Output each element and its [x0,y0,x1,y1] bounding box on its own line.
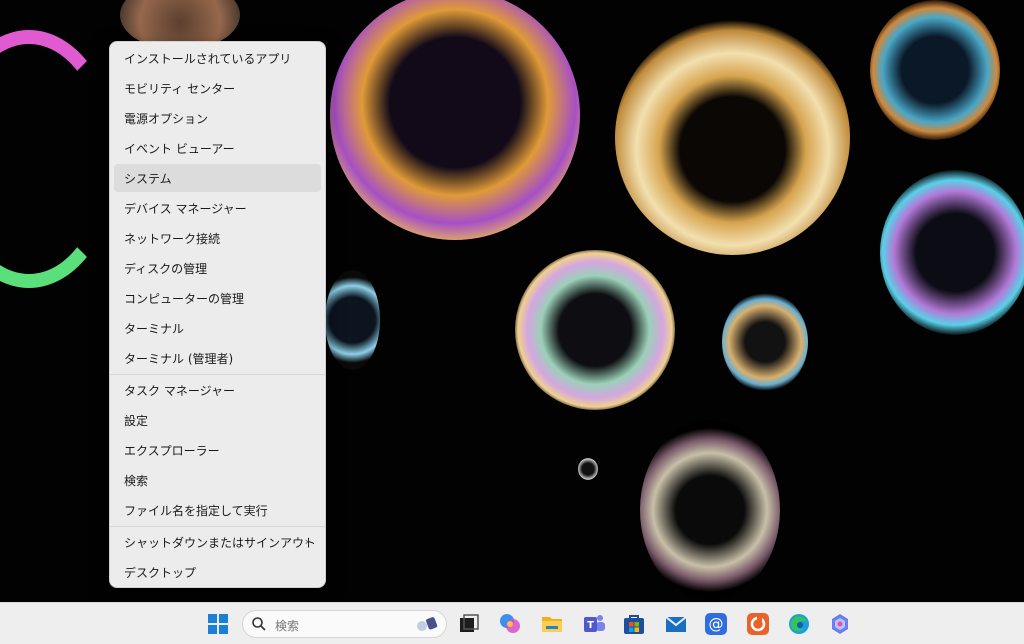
search-highlight-icon [414,615,438,633]
menu-item-label: イベント ビューアー [124,141,235,156]
menu-item-desktop[interactable]: デスクトップ [114,558,321,586]
menu-item-settings[interactable]: 設定 [114,406,321,434]
teams-icon[interactable]: T [582,612,606,636]
menu-item-label: タスク マネージャー [124,383,235,398]
menu-item-label: モビリティ センター [124,81,236,96]
menu-item-computer-management[interactable]: コンピューターの管理 [114,284,321,312]
menu-item-label: デバイス マネージャー [124,201,247,216]
menu-item-installed-apps[interactable]: インストールされているアプリ [114,44,321,72]
menu-item-label: システム [124,171,172,186]
edge-icon[interactable] [787,612,811,636]
menu-divider [110,374,325,375]
menu-item-label: シャットダウンまたはサインアウト [124,535,317,550]
menu-item-label: ネットワーク接続 [124,231,221,246]
menu-item-label: ファイル名を指定して実行 [124,503,268,518]
bubble-decoration [870,0,1000,140]
menu-item-label: 設定 [124,413,149,428]
bubble-decoration [515,250,675,410]
svg-text:T: T [587,620,594,631]
menu-item-label: ターミナル [124,321,185,336]
menu-item-terminal-admin[interactable]: ターミナル (管理者) [114,344,321,372]
menu-item-label: コンピューターの管理 [124,291,245,306]
menu-item-label: エクスプローラー [124,443,220,458]
copilot-app-icon[interactable] [828,612,852,636]
menu-item-mobility-center[interactable]: モビリティ センター [114,74,321,102]
email-icon[interactable]: @ [704,612,728,636]
menu-item-power-options[interactable]: 電源オプション [114,104,321,132]
bubble-decoration [640,420,780,600]
bubble-decoration [722,292,808,392]
file-explorer-icon[interactable] [540,612,564,636]
bubble-decoration [880,170,1024,335]
menu-item-disk-management[interactable]: ディスクの管理 [114,254,321,282]
svg-text:@: @ [709,615,724,633]
search-placeholder: 検索 [275,619,300,633]
menu-item-label: 検索 [124,473,149,488]
menu-item-terminal[interactable]: ターミナル [114,314,321,342]
bubble-decoration [330,0,580,240]
start-icon[interactable] [206,612,230,636]
bubble-decoration [615,20,850,255]
menu-item-system[interactable]: システム [114,164,321,192]
menu-item-task-manager[interactable]: タスク マネージャー [114,376,321,404]
menu-item-label: インストールされているアプリ [124,51,292,66]
menu-item-file-explorer[interactable]: エクスプローラー [114,436,321,464]
winx-context-menu: インストールされているアプリ モビリティ センター 電源オプション イベント ビ… [109,41,326,588]
menu-item-network-connections[interactable]: ネットワーク接続 [114,224,321,252]
menu-item-search[interactable]: 検索 [114,466,321,494]
copilot-icon[interactable] [498,612,522,636]
menu-item-label: 電源オプション [124,111,209,126]
chevron-right-icon: › [304,535,309,548]
bubble-decoration [578,458,598,480]
menu-item-label: ターミナル (管理者) [124,351,234,366]
search-icon [251,616,267,632]
taskbar-search-box[interactable]: 検索 [242,610,447,638]
mail-icon[interactable] [664,612,688,636]
office-icon[interactable] [746,612,770,636]
bubble-decoration [0,30,118,288]
bubble-decoration [325,270,380,370]
taskbar: 検索 T @ [0,602,1024,644]
menu-item-shutdown-signout[interactable]: シャットダウンまたはサインアウト › [114,528,321,556]
menu-item-label: ディスクの管理 [124,261,208,276]
menu-item-label: デスクトップ [124,565,197,580]
task-view-icon[interactable] [457,612,481,636]
menu-item-event-viewer[interactable]: イベント ビューアー [114,134,321,162]
menu-item-run[interactable]: ファイル名を指定して実行 [114,496,321,524]
store-icon[interactable] [622,612,646,636]
menu-divider [110,526,325,527]
menu-item-device-manager[interactable]: デバイス マネージャー [114,194,321,222]
